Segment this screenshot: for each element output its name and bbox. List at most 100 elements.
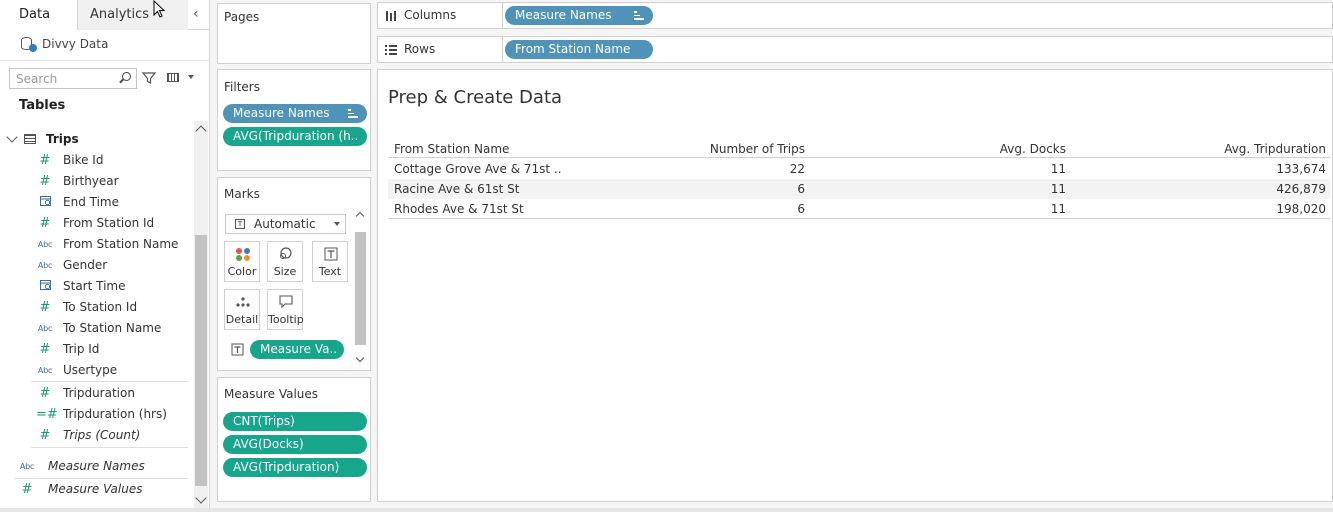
rows-label: Rows [404, 42, 436, 56]
field-item[interactable]: # Birthyear [0, 171, 188, 191]
pages-title: Pages [224, 10, 260, 24]
tooltip-label: Tooltip [268, 313, 304, 326]
worksheet-title[interactable]: Prep & Create Data [388, 87, 562, 108]
table-title: Trips [46, 132, 79, 146]
tab-data[interactable]: Data [0, 0, 78, 30]
row-header-cell[interactable]: Racine Ave & 61st St [394, 182, 520, 196]
datasource-item[interactable]: Divvy Data [20, 35, 108, 53]
expand-caret-icon[interactable] [6, 131, 18, 143]
field-item[interactable]: # Tripduration [0, 383, 188, 403]
field-label: Measure Names [48, 459, 145, 473]
calendar-icon [36, 195, 54, 209]
value-cell: 6 [797, 202, 805, 216]
pages-card[interactable]: Pages [217, 3, 371, 64]
divider [31, 447, 188, 448]
field-label: From Station Name [63, 237, 179, 251]
field-item[interactable]: # Bike Id [0, 150, 188, 170]
field-item[interactable]: End Time [0, 192, 188, 212]
marks-card: Marks T Automatic Color Size Text Detail [217, 177, 371, 371]
field-item[interactable]: # To Station Id [0, 297, 188, 317]
collapse-pane-icon[interactable]: ‹ [193, 6, 207, 24]
number-icon: # [39, 299, 51, 315]
table-row[interactable]: Racine Ave & 61st St 6 11 426,879 [388, 179, 1330, 199]
field-label: Trip Id [63, 342, 100, 356]
tables-heading: Tables [19, 98, 66, 113]
tab-analytics[interactable]: Analytics [78, 0, 188, 30]
filter-pill-measure-names[interactable]: Measure Names [223, 104, 367, 123]
search-input[interactable] [16, 69, 121, 88]
detail-icon [236, 297, 250, 307]
field-item[interactable]: # Measure Values [0, 479, 188, 499]
pane-tabs: Data Analytics ‹ [0, 0, 210, 30]
color-label: Color [227, 265, 257, 278]
field-item[interactable]: # Trips (Count) [0, 425, 188, 445]
table-row[interactable]: Cottage Grove Ave & 71st .. 22 11 133,674 [388, 159, 1330, 179]
worksheet-view: Prep & Create Data From Station Name Num… [377, 69, 1333, 502]
field-item[interactable]: Abc Gender [0, 255, 188, 275]
measure-pill-avg-tripduration[interactable]: AVG(Tripduration) [223, 458, 367, 477]
marks-color-button[interactable]: Color [224, 241, 260, 282]
measure-pill-avg-docks[interactable]: AVG(Docks) [223, 435, 367, 454]
filter-icon[interactable] [142, 71, 156, 85]
column-header[interactable]: Number of Trips [710, 142, 805, 156]
number-icon: # [39, 427, 51, 443]
field-item[interactable]: # Trip Id [0, 339, 188, 359]
columns-pill-label: Measure Names [515, 8, 612, 22]
header-divider [388, 157, 1330, 158]
view-options-button[interactable] [167, 71, 197, 85]
string-icon: Abc [37, 365, 53, 375]
marks-tooltip-button[interactable]: Tooltip [267, 289, 304, 330]
columns-shelf[interactable]: Columns Measure Names [377, 2, 1333, 29]
row-header-cell[interactable]: Rhodes Ave & 71st St [394, 202, 524, 216]
rows-shelf[interactable]: Rows From Station Name [377, 36, 1333, 63]
measure-values-card[interactable]: Measure Values CNT(Trips) AVG(Docks) AVG… [217, 377, 371, 502]
field-label: Birthyear [63, 174, 119, 188]
text-encoding-icon [231, 343, 244, 356]
field-label: Bike Id [63, 153, 104, 167]
column-header[interactable]: Avg. Docks [1000, 142, 1066, 156]
marks-text-button[interactable]: Text [312, 241, 348, 282]
field-item[interactable]: Abc From Station Name [0, 234, 188, 254]
measure-pill-cnt-trips[interactable]: CNT(Trips) [223, 412, 367, 431]
scroll-down-icon[interactable] [195, 492, 207, 504]
text-icon [324, 247, 338, 261]
value-cell: 11 [1050, 182, 1066, 196]
field-item[interactable]: Abc Measure Names [0, 456, 188, 476]
field-item[interactable]: =# Tripduration (hrs) [0, 404, 188, 424]
marks-text-pill[interactable]: Measure Va.. [250, 340, 344, 359]
field-item[interactable]: # From Station Id [0, 213, 188, 233]
field-item[interactable]: Start Time [0, 276, 188, 296]
chevron-down-icon [334, 222, 340, 226]
divider [14, 478, 188, 479]
table-trips[interactable]: Trips [6, 131, 79, 147]
number-icon: # [39, 173, 51, 189]
field-label: Usertype [63, 363, 118, 377]
scroll-up-icon[interactable] [355, 211, 365, 221]
scroll-up-icon[interactable] [195, 125, 207, 137]
mark-type-dropdown[interactable]: T Automatic [225, 214, 346, 234]
row-header-cell[interactable]: Cottage Grove Ave & 71st .. [394, 162, 562, 176]
marks-scrollbar[interactable] [354, 207, 367, 367]
text-mark-icon: T [235, 219, 245, 229]
marks-size-button[interactable]: Size [267, 241, 303, 282]
scroll-thumb[interactable] [195, 235, 207, 486]
scroll-down-icon[interactable] [355, 353, 365, 363]
columns-pill-measure-names[interactable]: Measure Names [505, 6, 653, 25]
filter-pill-tripduration[interactable]: AVG(Tripduration (h.. [223, 127, 367, 146]
number-icon: # [39, 215, 51, 231]
fields-scrollbar[interactable] [194, 121, 208, 508]
marks-detail-button[interactable]: Detail [224, 289, 260, 330]
field-item[interactable]: Abc To Station Name [0, 318, 188, 338]
rows-pill-from-station-name[interactable]: From Station Name [505, 40, 653, 59]
database-icon [20, 36, 37, 52]
scroll-thumb[interactable] [355, 232, 366, 345]
search-icon[interactable] [122, 72, 131, 81]
mouse-cursor-icon [153, 0, 166, 18]
number-icon: # [39, 341, 51, 357]
column-header[interactable]: From Station Name [394, 142, 509, 156]
column-header[interactable]: Avg. Tripduration [1224, 142, 1326, 156]
field-item[interactable]: Abc Usertype [0, 360, 188, 380]
table-row[interactable]: Rhodes Ave & 71st St 6 11 198,020 [388, 199, 1330, 219]
filters-card[interactable]: Filters Measure Names AVG(Tripduration (… [217, 69, 371, 171]
rows-label-area: Rows [378, 37, 503, 62]
